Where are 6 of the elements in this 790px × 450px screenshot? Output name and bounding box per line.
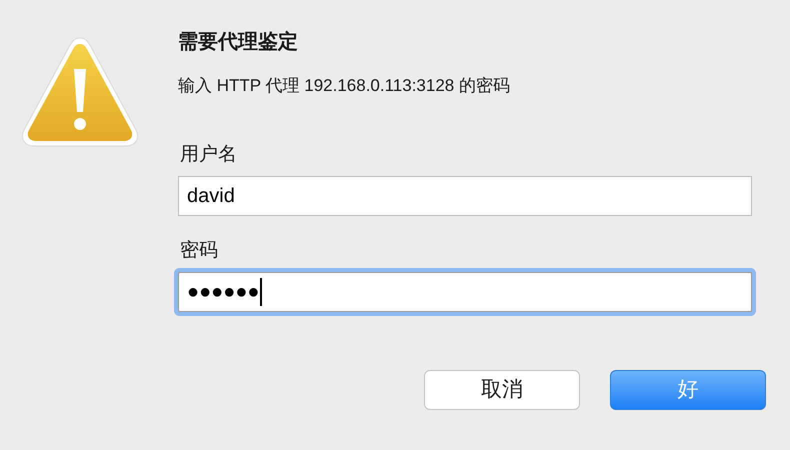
cancel-button[interactable]: 取消 xyxy=(424,370,580,410)
input-field[interactable]: david xyxy=(178,176,752,216)
field-label: 用户名 xyxy=(180,143,238,167)
field-label: 密码 xyxy=(180,239,219,263)
dialog-message: 输入 HTTP 代理 192.168.0.113:3128 的密码 xyxy=(178,75,511,97)
dialog-title: 需要代理鉴定 xyxy=(178,30,299,55)
